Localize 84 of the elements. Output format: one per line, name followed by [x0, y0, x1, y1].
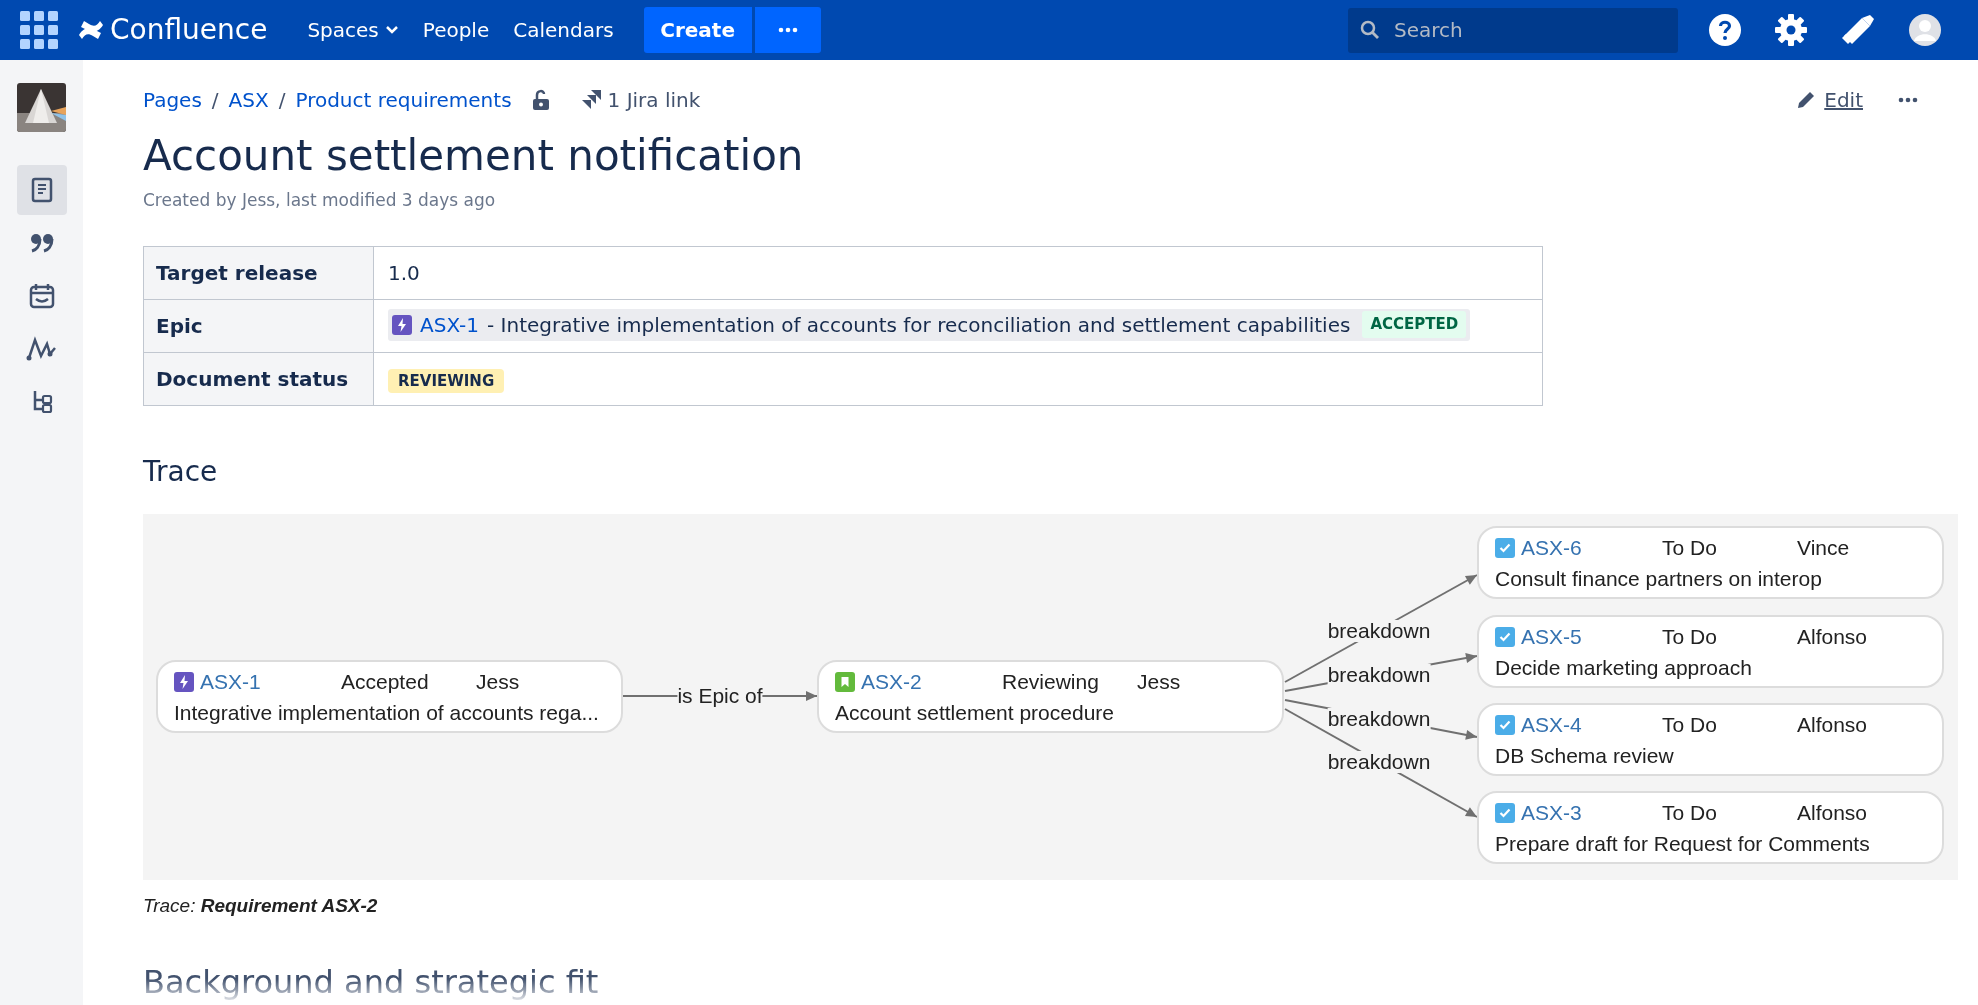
- issue-node[interactable]: ASX-1 Accepted Jess Integrative implementation of accounts rega...: [156, 659, 623, 733]
- issue-status: To Do: [1662, 799, 1717, 826]
- issue-summary: Prepare draft for Request for Comments: [1495, 830, 1870, 857]
- issue-status: Accepted: [341, 668, 429, 695]
- property-text: 1.0: [388, 260, 420, 285]
- jira-link[interactable]: 1 Jira link: [607, 85, 701, 115]
- help-icon[interactable]: [1708, 13, 1742, 47]
- issue-key-link[interactable]: ASX-4: [1521, 708, 1582, 741]
- edge-label: breakdown: [1327, 707, 1431, 730]
- search-field[interactable]: Search: [1348, 7, 1678, 53]
- calendar-icon: [28, 283, 55, 309]
- settings-icon[interactable]: [1774, 13, 1808, 47]
- unlock-icon[interactable]: [531, 89, 550, 111]
- issue-status: Reviewing: [1002, 668, 1099, 695]
- breadcrumb-link[interactable]: ASX: [228, 85, 269, 115]
- edge-label: breakdown: [1327, 619, 1431, 642]
- quote-icon: [29, 233, 54, 253]
- issue-assignee: Jess: [476, 668, 520, 695]
- create-button[interactable]: Create: [643, 7, 752, 53]
- pencil-icon: [1796, 90, 1817, 110]
- breadcrumb-separator: /: [211, 87, 219, 114]
- checkbox-icon: [1495, 626, 1515, 647]
- issue-link[interactable]: ASX-1: [420, 309, 480, 340]
- nav-item[interactable]: Calendars: [501, 8, 626, 52]
- issue-summary: - Integrative implementation of accounts for reconciliation and settlement capabilities: [487, 311, 1351, 339]
- search-icon: [1360, 19, 1380, 40]
- logo-icon: [78, 18, 104, 42]
- issue-assignee: Alfonso: [1797, 711, 1868, 738]
- checkbox-icon: [1495, 537, 1515, 558]
- issue-key-link[interactable]: ASX-5: [1521, 620, 1582, 653]
- issue-summary: Decide marketing approach: [1495, 654, 1752, 681]
- nav-item[interactable]: People: [410, 8, 502, 52]
- issue-key-link[interactable]: ASX-6: [1521, 531, 1582, 564]
- avatar-icon[interactable]: [1908, 13, 1942, 47]
- property-label: Document status: [143, 352, 374, 405]
- issue-assignee: Alfonso: [1797, 623, 1868, 650]
- section-heading: Background and strategic fit: [143, 962, 600, 1002]
- issue-summary: Consult finance partners on interop: [1495, 565, 1822, 592]
- issue-node[interactable]: ASX-6 To Do Vince Consult finance partners on interop: [1477, 525, 1944, 599]
- issue-node[interactable]: ASX-3 To Do Alfonso Prepare draft for Request for Comments: [1477, 790, 1944, 864]
- lightning-icon: [174, 671, 194, 692]
- page-icon: [30, 177, 53, 203]
- property-label: Epic: [143, 299, 374, 352]
- issue-key-link[interactable]: ASX-3: [1521, 796, 1582, 829]
- issue-key-link[interactable]: ASX-2: [861, 665, 922, 698]
- issue-macro[interactable]: ASX-1 - Integrative implementation of accounts for reconciliation and settlement capabilities ACCEPTED: [388, 308, 1471, 341]
- page-title: Account settlement notification: [143, 130, 805, 182]
- issue-summary: DB Schema review: [1495, 742, 1674, 769]
- property-label: Target release: [143, 246, 374, 299]
- edit-button[interactable]: Edit: [1796, 85, 1863, 115]
- diagram-caption: Trace: Requirement ASX-2: [143, 893, 379, 918]
- edge-label: breakdown: [1327, 663, 1431, 686]
- issue-node[interactable]: ASX-4 To Do Alfonso DB Schema review: [1477, 702, 1944, 776]
- issue-node[interactable]: ASX-5 To Do Alfonso Decide marketing approach: [1477, 614, 1944, 688]
- issue-status: To Do: [1662, 711, 1717, 738]
- app-grid-icon[interactable]: [20, 11, 58, 49]
- nav-item[interactable]: Spaces: [295, 8, 411, 52]
- issue-status: To Do: [1662, 534, 1717, 561]
- lightning-icon: [392, 314, 412, 335]
- checkbox-icon: [1495, 714, 1515, 735]
- chevron-down-icon: [384, 25, 399, 35]
- sidebar-item[interactable]: [16, 165, 67, 215]
- more-icon[interactable]: [1898, 97, 1918, 103]
- issue-summary: Integrative implementation of accounts rega...: [174, 699, 599, 726]
- breadcrumb-link[interactable]: Pages: [143, 85, 202, 115]
- edge-label: breakdown: [1327, 750, 1431, 773]
- breadcrumb-separator: /: [278, 87, 286, 114]
- issue-assignee: Alfonso: [1797, 799, 1868, 826]
- product-name[interactable]: Confluence: [110, 9, 268, 51]
- bookmark-icon: [835, 671, 855, 692]
- section-heading: Trace: [143, 453, 219, 490]
- issue-summary: Account settlement procedure: [835, 699, 1114, 726]
- status-lozenge: ACCEPTED: [1362, 311, 1467, 338]
- issue-status: To Do: [1662, 623, 1717, 650]
- breadcrumb-link[interactable]: Product requirements: [295, 85, 512, 115]
- issue-assignee: Vince: [1797, 534, 1850, 561]
- checkbox-icon: [1495, 802, 1515, 823]
- issue-assignee: Jess: [1137, 668, 1181, 695]
- issue-key-link[interactable]: ASX-1: [200, 665, 261, 698]
- status-lozenge: REVIEWING: [388, 368, 505, 393]
- issue-node[interactable]: ASX-2 Reviewing Jess Account settlement procedure: [817, 659, 1284, 733]
- byline: Created by Jess, last modified 3 days ago: [143, 189, 497, 212]
- more-icon: [777, 27, 798, 33]
- activity-icon: [25, 336, 58, 362]
